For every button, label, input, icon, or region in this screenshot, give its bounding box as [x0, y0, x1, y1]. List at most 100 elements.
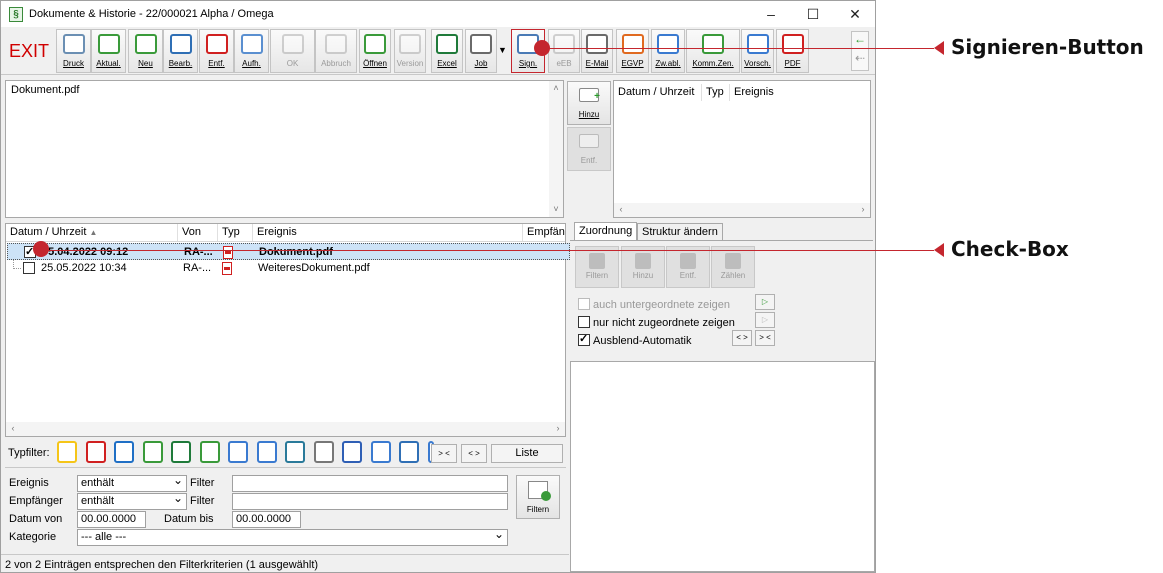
toolbar-button-8[interactable]: Öffnen — [359, 29, 391, 73]
attachment-icon[interactable] — [370, 441, 391, 463]
row-from: RA-... — [184, 246, 213, 258]
bea-icon[interactable] — [228, 441, 248, 463]
exit-button[interactable]: EXIT — [5, 30, 53, 72]
assign-remove-button[interactable]: Entf. — [666, 246, 710, 288]
scroll-left-icon[interactable]: ‹ — [615, 203, 627, 216]
cancel-icon — [325, 34, 347, 54]
ereignis-filter-input[interactable] — [232, 475, 508, 492]
document-preview-panel: Dokument.pdf ˄ ˅ — [5, 80, 564, 218]
toolbar-button-2[interactable]: Neu — [128, 29, 163, 73]
history-col-date[interactable]: Datum / Uhrzeit — [614, 84, 702, 101]
col-type[interactable]: Typ — [218, 224, 253, 241]
toolbar-button-18[interactable]: Vorsch. — [741, 29, 774, 73]
minimize-button[interactable]: – — [751, 4, 791, 24]
typfilter-collapse-button[interactable]: > < — [431, 444, 457, 463]
pencil-icon[interactable] — [399, 441, 419, 463]
tab-structure[interactable]: Struktur ändern — [637, 223, 723, 240]
pdf-icon[interactable] — [85, 441, 106, 463]
folder-green-icon[interactable] — [142, 441, 163, 463]
table-row[interactable]: 25.05.2022 10:34 RA-... WeiteresDokument… — [7, 260, 570, 277]
toolbar-button-10[interactable]: Excel — [431, 29, 463, 73]
folder-filter-icon — [528, 481, 551, 501]
toolbar-button-15[interactable]: EGVP — [616, 29, 649, 73]
remove-history-button[interactable]: Entf. — [567, 127, 611, 171]
toolbar-button-19[interactable]: PDF — [776, 29, 809, 73]
col-recipient[interactable]: Empfän — [523, 224, 565, 241]
check-icon — [281, 34, 304, 54]
maximize-button[interactable]: ☐ — [793, 4, 833, 24]
filter-button[interactable]: Filtern — [516, 475, 560, 519]
list-hscrollbar[interactable]: ‹ › — [6, 422, 565, 436]
assign-filter-button[interactable]: Filtern — [575, 246, 619, 288]
arrow-left-branch-icon[interactable]: ⇠ — [852, 51, 868, 70]
toolbar-button-17[interactable]: Komm.Zen. — [686, 29, 740, 73]
row-event: WeiteresDokument.pdf — [258, 262, 370, 274]
table-row[interactable]: 05.04.2022 09:12 RA-... Dokument.pdf — [7, 243, 570, 261]
toolbar-button-11[interactable]: Job — [465, 29, 497, 73]
word-icon[interactable] — [342, 441, 362, 463]
filter-icon — [589, 253, 605, 269]
play-gray-icon[interactable]: ▷ — [755, 312, 775, 328]
toolbar-button-7[interactable]: Abbruch — [315, 29, 357, 73]
kategorie-select[interactable]: --- alle --- — [77, 529, 508, 546]
tree-line — [13, 260, 21, 269]
collapse-button[interactable]: > < — [755, 330, 775, 346]
typfilter-expand-button[interactable]: < > — [461, 444, 487, 463]
toolbar-button-1[interactable]: Aktual. — [91, 29, 126, 73]
col-from[interactable]: Von — [178, 224, 218, 241]
job-dropdown-arrow-icon[interactable]: ▼ — [498, 45, 507, 55]
play-green-icon[interactable]: ▷ — [755, 294, 775, 310]
scroll-right-icon[interactable]: › — [857, 203, 869, 216]
preview-scrollbar[interactable]: ˄ ˅ — [549, 81, 563, 217]
toolbar-button-9[interactable]: Version — [394, 29, 426, 73]
side-nav-buttons: ← ⇠ — [851, 31, 869, 71]
web-icon[interactable] — [285, 441, 305, 463]
scroll-right-icon[interactable]: › — [552, 422, 564, 435]
option-subordinate[interactable]: auch untergeordnete zeigen — [578, 296, 730, 311]
col-date[interactable]: Datum / Uhrzeit ▲ — [6, 224, 178, 241]
row-checkbox[interactable] — [23, 262, 35, 274]
expand-button[interactable]: < > — [732, 330, 752, 346]
toolbar-button-5[interactable]: Aufh. — [234, 29, 269, 73]
datum-bis-input[interactable]: 00.00.0000 — [232, 511, 301, 528]
history-col-type[interactable]: Typ — [702, 84, 730, 101]
history-hscrollbar[interactable]: ‹ › — [614, 203, 870, 217]
outlook-icon[interactable] — [114, 441, 134, 463]
toolbar-button-0[interactable]: Druck — [56, 29, 91, 73]
toolbar-button-3[interactable]: Bearb. — [163, 29, 198, 73]
toolbar-button-16[interactable]: Zw.abl. — [651, 29, 685, 73]
count-icon — [725, 253, 741, 269]
close-button[interactable]: ✕ — [835, 4, 875, 24]
pencil-icon — [169, 34, 192, 54]
toolbar-button-4[interactable]: Entf. — [199, 29, 234, 73]
datum-von-input[interactable]: 00.00.0000 — [77, 511, 146, 528]
toolbar-button-6[interactable]: OK — [270, 29, 315, 73]
assign-add-button[interactable]: Hinzu — [621, 246, 665, 288]
empfaenger-operator-select[interactable]: enthält — [77, 493, 187, 510]
pdf-icon — [222, 260, 242, 277]
empfaenger-filter-label: Filter — [190, 495, 215, 507]
scroll-down-icon[interactable]: ˅ — [550, 203, 562, 216]
option-unassigned[interactable]: nur nicht zugeordnete zeigen — [578, 314, 735, 329]
communication-icon — [702, 34, 724, 54]
toolbar-button-13[interactable]: eEB — [548, 29, 580, 73]
excel-icon[interactable] — [171, 441, 191, 463]
tab-assignment[interactable]: Zuordnung — [574, 222, 638, 240]
empfaenger-filter-input[interactable] — [232, 493, 508, 510]
text-document-icon[interactable] — [313, 441, 334, 463]
callout-checkbox-label: Check-Box — [951, 237, 1069, 261]
history-col-event[interactable]: Ereignis — [730, 84, 830, 101]
email-at-icon[interactable] — [199, 441, 220, 463]
folder-yellow-icon[interactable] — [57, 441, 77, 463]
toolbar-button-14[interactable]: E-Mail — [581, 29, 613, 73]
preview-icon — [746, 34, 769, 54]
scroll-up-icon[interactable]: ˄ — [550, 82, 562, 95]
scroll-left-icon[interactable]: ‹ — [7, 422, 19, 435]
assign-count-button[interactable]: Zählen — [711, 246, 755, 288]
document-icon[interactable] — [256, 441, 277, 463]
col-event[interactable]: Ereignis — [253, 224, 523, 241]
option-autohide[interactable]: Ausblend-Automatik — [578, 332, 691, 347]
list-button[interactable]: Liste — [491, 444, 563, 463]
ereignis-operator-select[interactable]: enthält — [77, 475, 187, 492]
add-history-button[interactable]: + Hinzu — [567, 81, 611, 125]
